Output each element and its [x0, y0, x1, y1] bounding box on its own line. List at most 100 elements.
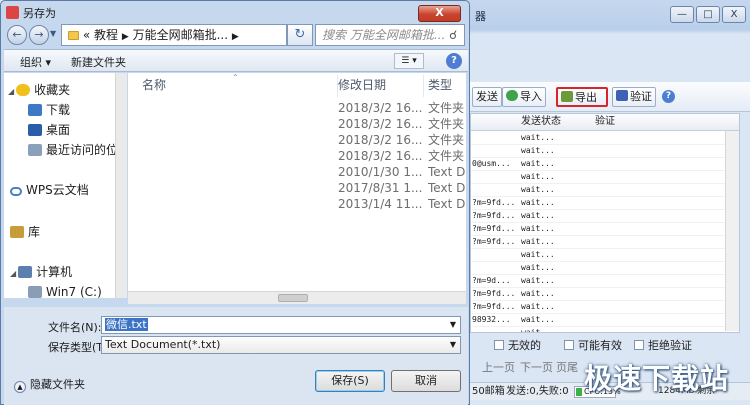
filename-input[interactable]: 微信.txt ▼	[101, 316, 461, 334]
hide-folders-toggle[interactable]: ▲ 隐藏文件夹	[14, 376, 85, 393]
star-icon	[16, 84, 31, 96]
address-bar[interactable]: « 教程 ▶ 万能全网邮箱批... ▶	[61, 24, 287, 46]
table-row[interactable]: wait...	[471, 326, 739, 332]
nav-label: 库	[28, 225, 41, 239]
column-type[interactable]: 类型	[422, 75, 466, 97]
nav-downloads[interactable]: 下载	[28, 101, 70, 119]
nav-favorites[interactable]: ◢ 收藏夹	[8, 81, 70, 99]
table-row[interactable]: wait...	[471, 170, 739, 184]
table-row[interactable]: wait...	[471, 261, 739, 275]
file-type: Text Do	[428, 181, 466, 195]
table-row[interactable]: 0@usm... wait...	[471, 157, 739, 171]
file-list-scrollbar[interactable]	[128, 291, 466, 304]
last-page-link[interactable]: 页尾	[556, 359, 578, 375]
view-options-icon[interactable]: ☰ ▾	[394, 53, 424, 69]
navigation-scrollbar[interactable]	[115, 73, 127, 298]
filename-value: 微信.txt	[105, 318, 148, 331]
file-row[interactable]: Email2018/3/2 16...文件夹	[128, 100, 466, 116]
checkbox-reject[interactable]: 拒绝验证	[634, 337, 692, 353]
file-row[interactable]: zh-tw2018/3/2 16...文件夹	[128, 148, 466, 164]
search-icon[interactable]: ☌	[449, 28, 457, 42]
checkbox-box	[634, 340, 644, 350]
file-date: 2017/8/31 1...	[338, 181, 423, 195]
dialog-close-button[interactable]: X	[418, 5, 461, 22]
help-icon[interactable]: ?	[662, 90, 675, 103]
refresh-icon[interactable]: ↻	[287, 24, 313, 46]
column-date[interactable]: 修改日期	[332, 75, 424, 97]
table-row[interactable]: wait...	[471, 144, 739, 158]
minimize-button[interactable]: —	[670, 6, 694, 23]
app-close-button[interactable]: X	[722, 6, 746, 23]
file-row[interactable]: 请安装net插件.txt2010/1/30 1...Text Do	[128, 164, 466, 180]
nav-drive-c[interactable]: Win7 (C:)	[28, 283, 102, 298]
breadcrumb-separator-icon[interactable]: ▶	[232, 32, 239, 42]
nav-recent[interactable]: 最近访问的位	[28, 141, 118, 159]
grid-header-verify[interactable]: 验证	[591, 114, 739, 131]
breadcrumb-separator-icon[interactable]: ▶	[122, 32, 129, 42]
forward-arrow-icon[interactable]: →	[29, 25, 49, 45]
table-row[interactable]: ?m=9fd... wait...	[471, 209, 739, 223]
nav-computer[interactable]: ◢ 计算机	[10, 263, 72, 281]
file-row[interactable]: 软件介绍.txt2017/8/31 1...Text Do	[128, 180, 466, 196]
send-label: 发送	[476, 90, 498, 103]
chevron-down-icon[interactable]: ▼	[450, 337, 456, 353]
table-row[interactable]: ?m=9fd... wait...	[471, 222, 739, 236]
back-arrow-icon[interactable]: ←	[7, 25, 27, 45]
save-button[interactable]: 保存(S)	[315, 370, 385, 392]
file-row[interactable]: 使用说明.txt2013/1/4 11...Text Do	[128, 196, 466, 212]
file-date: 2010/1/30 1...	[338, 165, 423, 179]
nav-label: 下载	[46, 103, 71, 117]
breadcrumb-item[interactable]: 教程	[94, 28, 118, 42]
grid-header-address[interactable]	[471, 114, 517, 131]
recent-dropdown-icon[interactable]: ▼	[50, 29, 56, 38]
verify-button[interactable]: 验证	[612, 87, 656, 107]
file-row[interactable]: url2018/3/2 16...文件夹	[128, 116, 466, 132]
nav-label: 计算机	[36, 265, 73, 279]
file-list: 名称 修改日期 类型 ⌃ Email2018/3/2 16...文件夹url20…	[128, 73, 466, 298]
row-address: 0@usm...	[472, 159, 511, 168]
organize-button[interactable]: 组织 ▾	[20, 54, 51, 70]
grid-header-status[interactable]: 发送状态	[517, 114, 591, 131]
table-row[interactable]: wait...	[471, 131, 739, 145]
table-row[interactable]: ?m=9fd... wait...	[471, 235, 739, 249]
nav-desktop[interactable]: 桌面	[28, 121, 70, 139]
row-address: ?m=9fd...	[472, 289, 516, 298]
breadcrumb-item[interactable]: 万能全网邮箱批...	[133, 28, 228, 42]
file-type: 文件夹	[428, 149, 465, 163]
maximize-button[interactable]: □	[696, 6, 720, 23]
help-icon[interactable]: ?	[446, 53, 462, 69]
table-row[interactable]: ?m=9fd... wait...	[471, 287, 739, 301]
search-input[interactable]: 搜索 万能全网邮箱批...	[315, 24, 465, 46]
send-button[interactable]: 发送	[472, 87, 502, 107]
filetype-select[interactable]: Text Document(*.txt) ▼	[101, 336, 461, 354]
next-page-link[interactable]: 下一页	[520, 359, 553, 375]
nav-label: 桌面	[46, 123, 71, 137]
import-button[interactable]: 导入	[502, 87, 546, 107]
checkbox-invalid[interactable]: 无效的	[494, 337, 541, 353]
navigation-pane: ◢ 收藏夹 下载 桌面 最近访问的位 WPS云文档 库 ◢ 计算机 Win7 (C:…	[4, 73, 127, 298]
table-row[interactable]: ?m=9fd... wait...	[471, 300, 739, 314]
sort-arrow-icon: ⌃	[232, 73, 239, 82]
table-row[interactable]: wait...	[471, 248, 739, 262]
import-icon	[506, 90, 518, 101]
grid-scrollbar[interactable]	[725, 131, 739, 331]
table-row[interactable]: ?m=9d... wait...	[471, 274, 739, 288]
checkbox-box	[564, 340, 574, 350]
nav-library[interactable]: 库	[10, 223, 40, 241]
breadcrumb-overflow[interactable]: «	[83, 28, 90, 42]
row-status: wait...	[521, 133, 555, 142]
nav-wps-cloud[interactable]: WPS云文档	[10, 181, 89, 199]
file-row[interactable]: zh-cn2018/3/2 16...文件夹	[128, 132, 466, 148]
checkbox-maybe-valid[interactable]: 可能有效	[564, 337, 622, 353]
chevron-down-icon[interactable]: ▼	[450, 317, 456, 333]
export-button[interactable]: 导出	[556, 87, 608, 107]
filetype-value: Text Document(*.txt)	[105, 338, 221, 351]
table-row[interactable]: ?m=9fd... wait...	[471, 196, 739, 210]
prev-page-link[interactable]: 上一页	[482, 359, 515, 375]
email-grid: 发送状态 验证 wait... wait... 0@usm... wait... wai…	[470, 113, 740, 333]
table-row[interactable]: wait...	[471, 183, 739, 197]
cancel-button[interactable]: 取消	[391, 370, 461, 392]
table-row[interactable]: 98932... wait...	[471, 313, 739, 327]
scroll-thumb[interactable]	[278, 294, 308, 302]
new-folder-button[interactable]: 新建文件夹	[71, 54, 126, 70]
